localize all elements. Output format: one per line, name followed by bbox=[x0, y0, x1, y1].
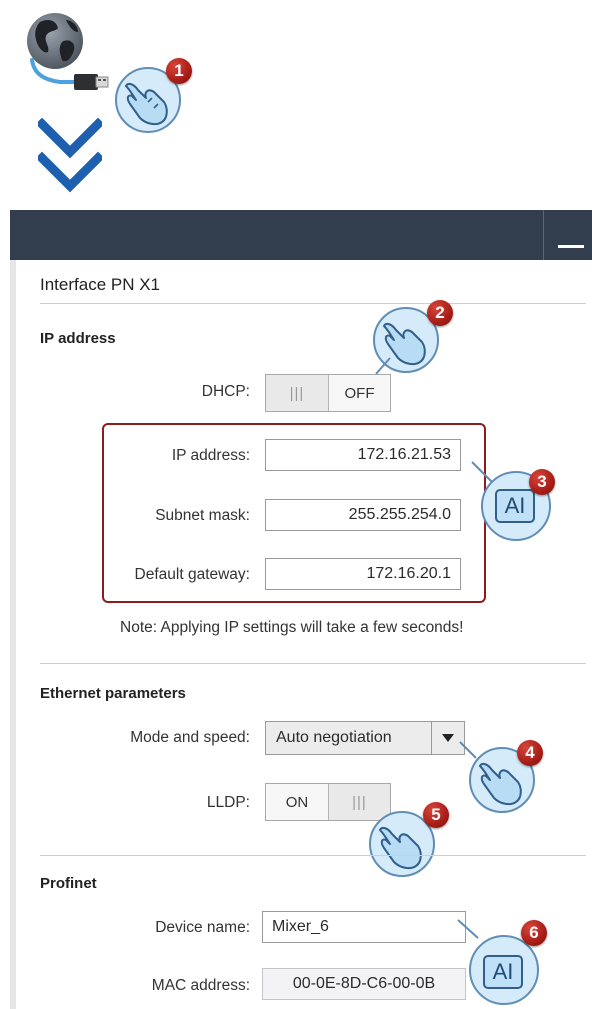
step-badge-2: 2 bbox=[427, 300, 453, 326]
network-globe-icon bbox=[27, 13, 109, 90]
dhcp-label: DHCP: bbox=[201, 383, 250, 400]
divider bbox=[40, 855, 586, 856]
double-chevron-down-icon bbox=[38, 118, 102, 193]
mode-speed-label: Mode and speed: bbox=[130, 729, 250, 746]
mode-speed-value: Auto negotiation bbox=[276, 729, 392, 746]
dhcp-toggle-grip: ||| bbox=[266, 375, 328, 411]
mode-speed-select[interactable]: Auto negotiation bbox=[265, 721, 465, 755]
panel-title: Interface PN X1 bbox=[40, 275, 161, 294]
panel-titlebar bbox=[10, 210, 592, 260]
mac-address-field: 00-0E-8D-C6-00-0B bbox=[262, 968, 466, 1000]
mac-address-label: MAC address: bbox=[151, 977, 250, 994]
ip-address-field[interactable]: 172.16.21.53 bbox=[265, 439, 461, 471]
step-badge-5: 5 bbox=[423, 802, 449, 828]
subnet-mask-label: Subnet mask: bbox=[155, 507, 250, 524]
default-gateway-label: Default gateway: bbox=[134, 566, 250, 583]
ip-address-label: IP address: bbox=[171, 447, 250, 464]
panel-left-border bbox=[10, 260, 16, 1009]
ip-note: Note: Applying IP settings will take a f… bbox=[120, 619, 464, 636]
step-badge-6: 6 bbox=[521, 920, 547, 946]
lldp-toggle-state: ON bbox=[285, 793, 309, 811]
device-name-field[interactable]: Mixer_6 bbox=[262, 911, 466, 943]
minimize-button[interactable] bbox=[543, 210, 592, 260]
lldp-label: LLDP: bbox=[206, 794, 250, 811]
default-gateway-field[interactable]: 172.16.20.1 bbox=[265, 558, 461, 590]
step-badge-1: 1 bbox=[166, 58, 192, 84]
ai-input-label: AI bbox=[504, 493, 526, 518]
step-badge-3: 3 bbox=[529, 469, 555, 495]
divider bbox=[40, 303, 586, 304]
dhcp-toggle-state: OFF bbox=[328, 375, 390, 411]
divider bbox=[40, 663, 586, 664]
device-name-label: Device name: bbox=[155, 919, 250, 936]
ip-section-title: IP address bbox=[40, 330, 116, 347]
ai-input-label: AI bbox=[492, 959, 514, 984]
subnet-mask-field[interactable]: 255.255.254.0 bbox=[265, 499, 461, 531]
step-badge-4: 4 bbox=[517, 740, 543, 766]
ethernet-section-title: Ethernet parameters bbox=[40, 685, 186, 702]
profinet-section-title: Profinet bbox=[40, 875, 97, 892]
